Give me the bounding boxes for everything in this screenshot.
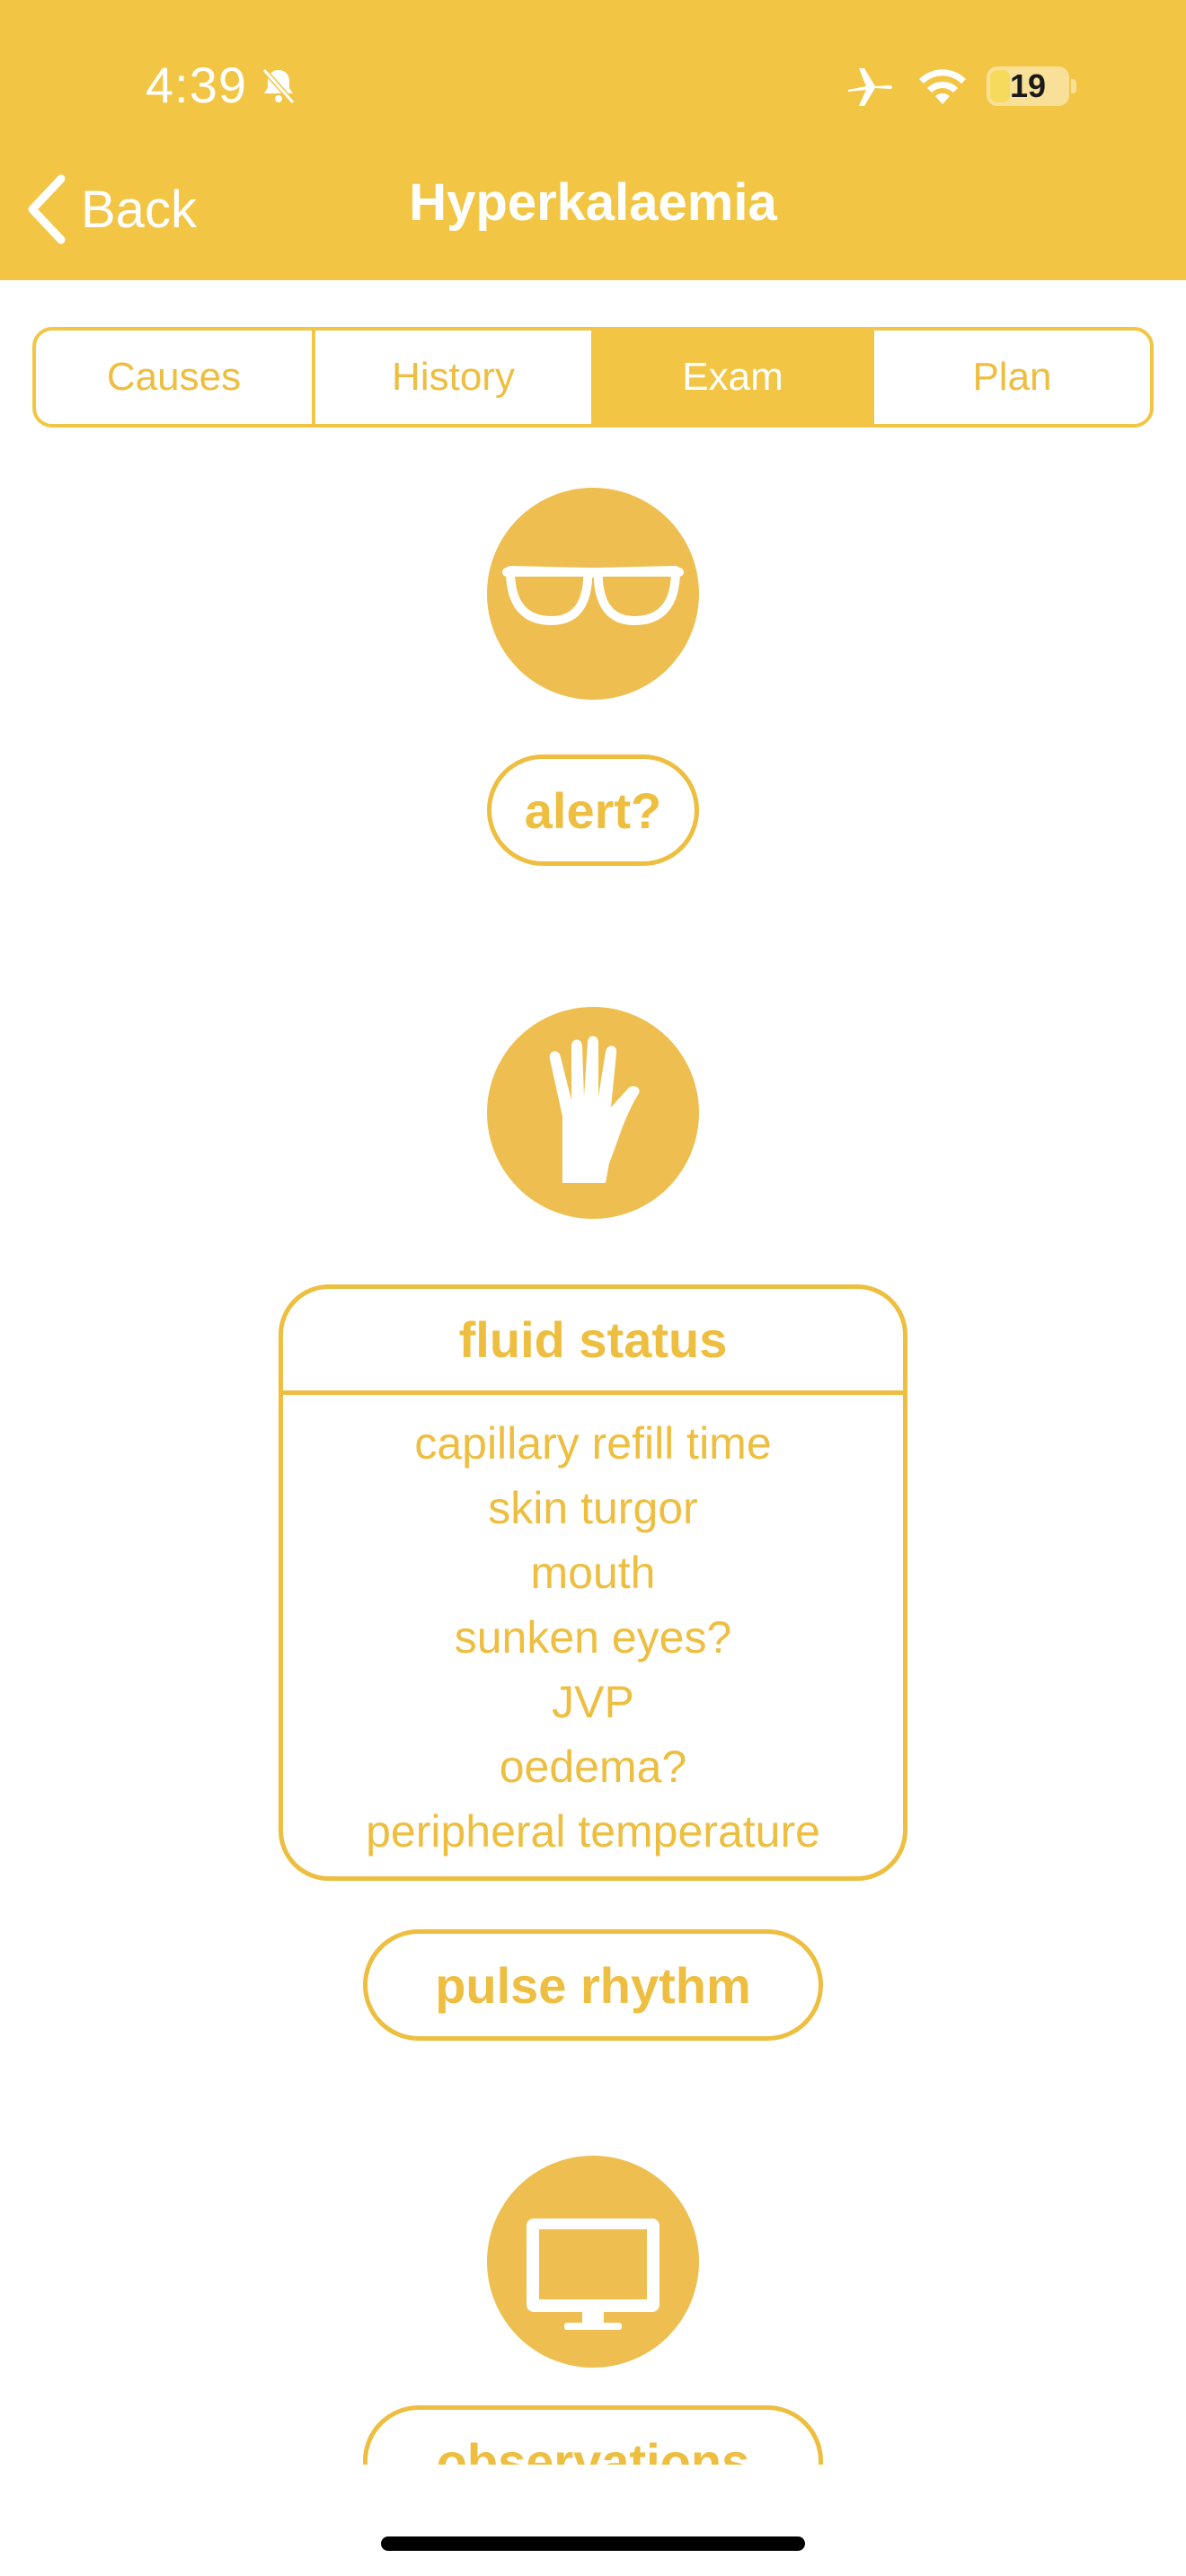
monitor-icon: [527, 2219, 659, 2330]
page-title: Hyperkalaemia: [409, 173, 777, 232]
segmented-control: Causes History Exam Plan: [32, 327, 1154, 428]
wifi-icon: [919, 69, 966, 104]
alert-button[interactable]: alert?: [487, 754, 699, 866]
bell-slash-icon: [261, 68, 296, 104]
observations-button[interactable]: observations: [363, 2405, 823, 2465]
list-item: skin turgor: [488, 1483, 698, 1533]
tab-exam[interactable]: Exam: [591, 331, 871, 424]
battery-nub: [1071, 79, 1076, 93]
home-indicator[interactable]: [381, 2536, 805, 2551]
card-list: capillary refill time skin turgor mouth …: [283, 1395, 903, 1864]
list-item: JVP: [552, 1677, 634, 1727]
card-title: fluid status: [283, 1289, 903, 1395]
tab-causes[interactable]: Causes: [36, 331, 312, 424]
header: 4:39 19 Back Hyperkalaemia: [0, 0, 1186, 280]
list-item: sunken eyes?: [454, 1612, 732, 1663]
list-item: peripheral temperature: [366, 1806, 820, 1857]
list-item: mouth: [530, 1548, 656, 1598]
list-item: capillary refill time: [414, 1418, 772, 1469]
glasses-icon: [502, 566, 684, 625]
monitor-icon-circle: [487, 2156, 699, 2368]
pulse-rhythm-button[interactable]: pulse rhythm: [363, 1929, 823, 2041]
airplane-icon: [848, 68, 892, 106]
fluid-status-card[interactable]: fluid status capillary refill time skin …: [279, 1284, 907, 1881]
hand-icon-circle: [487, 1007, 699, 1219]
tab-plan[interactable]: Plan: [871, 331, 1150, 424]
battery-indicator: 19: [987, 66, 1069, 106]
status-time: 4:39: [146, 57, 247, 113]
battery-level: 19: [1009, 67, 1047, 104]
tab-history[interactable]: History: [312, 331, 591, 424]
list-item: oedema?: [499, 1742, 687, 1792]
glasses-icon-circle: [487, 488, 699, 700]
hand-icon: [549, 1036, 640, 1183]
exam-content[interactable]: alert? fluid status capillary refill tim…: [0, 431, 1186, 2465]
